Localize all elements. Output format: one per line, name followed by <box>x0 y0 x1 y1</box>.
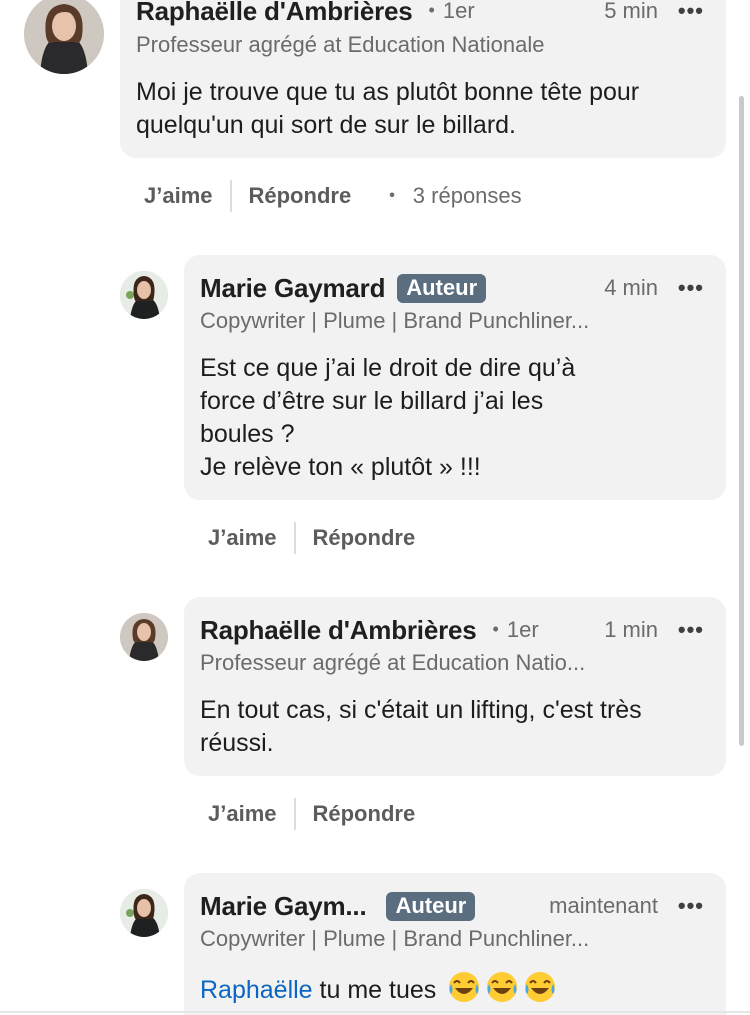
comment-bubble: Raphaëlle d'Ambrières • 1er 5 min ••• Pro… <box>120 0 726 158</box>
avatar-photo <box>24 0 104 74</box>
author-name[interactable]: Marie Gaym... <box>200 891 367 922</box>
face-with-tears-of-joy-icon <box>447 970 481 1004</box>
more-horizontal-icon[interactable]: ••• <box>674 619 704 641</box>
comment-text-line: Est ce que j’ai le droit de dire qu’à <box>200 354 576 382</box>
avatar[interactable] <box>120 889 168 937</box>
comment-text: Est ce que j’ai le droit de dire qu’à fo… <box>200 352 696 484</box>
divider <box>293 798 296 830</box>
mention-link[interactable]: Raphaëlle <box>200 976 313 1004</box>
avatar[interactable] <box>120 613 168 661</box>
comment-header: Marie Gaymard Auteur 4 min ••• <box>200 269 704 307</box>
avatar-photo <box>120 613 168 661</box>
avatar-photo <box>120 889 168 937</box>
divider <box>0 1011 750 1013</box>
face-with-tears-of-joy-icon <box>523 970 557 1004</box>
author-headline: Copywriter | Plume | Brand Punchliner... <box>200 308 590 333</box>
comment-text: Moi je trouve que tu as plutôt bonne têt… <box>136 78 640 139</box>
author-headline: Copywriter | Plume | Brand Punchliner... <box>200 926 590 951</box>
like-button[interactable]: J’aime <box>208 801 277 827</box>
more-horizontal-icon[interactable]: ••• <box>674 895 704 917</box>
connection-degree: • 1er <box>428 0 475 23</box>
author-headline: Professeur agrégé at Education Natio... <box>200 650 586 675</box>
comment-actions: J’aime Répondre <box>208 522 415 554</box>
like-button[interactable]: J’aime <box>144 183 213 209</box>
divider <box>293 522 296 554</box>
comment-header: Marie Gaym... Auteur maintenant ••• <box>200 887 704 925</box>
comment-actions: J’aime Répondre • 3 réponses <box>144 180 522 212</box>
author-name[interactable]: Raphaëlle d'Ambrières <box>200 615 477 646</box>
timestamp: 5 min <box>604 0 658 23</box>
author-name[interactable]: Raphaëlle d'Ambrières <box>136 0 413 27</box>
author-name[interactable]: Marie Gaymard <box>200 273 385 304</box>
comment-text: Raphaëlle tu me tues <box>200 970 696 1007</box>
comment-thread: Raphaëlle d'Ambrières • 1er 5 min ••• Pro… <box>0 0 750 1015</box>
like-button[interactable]: J’aime <box>208 525 277 551</box>
comment-bubble: Raphaëlle d'Ambrières • 1er 1 min ••• Pro… <box>184 597 726 776</box>
comment-bubble: Marie Gaym... Auteur maintenant ••• Copy… <box>184 873 726 1015</box>
timestamp: 1 min <box>604 617 658 642</box>
comment-text: En tout cas, si c'était un lifting, c'es… <box>200 696 642 757</box>
avatar[interactable] <box>120 271 168 319</box>
degree-label: 1er <box>506 617 539 642</box>
reply-button[interactable]: Répondre <box>313 801 416 827</box>
comment-bubble: Marie Gaymard Auteur 4 min ••• Copywrite… <box>184 255 726 500</box>
comment-actions: J’aime Répondre <box>208 798 415 830</box>
face-with-tears-of-joy-icon <box>485 970 519 1004</box>
replies-count-link[interactable]: 3 réponses <box>413 183 522 209</box>
avatar[interactable] <box>24 0 104 74</box>
bullet-separator: • <box>389 187 395 204</box>
scrollbar[interactable] <box>739 96 744 746</box>
comment-text-line: Je relève ton « plutôt » !!! <box>200 453 481 481</box>
timestamp: maintenant <box>549 893 658 918</box>
timestamp: 4 min <box>604 275 658 300</box>
author-badge: Auteur <box>386 891 476 921</box>
comment-header: Raphaëlle d'Ambrières • 1er 1 min ••• <box>200 611 704 649</box>
divider <box>229 180 232 212</box>
author-badge: Auteur <box>397 273 487 303</box>
avatar-photo <box>120 271 168 319</box>
more-horizontal-icon[interactable]: ••• <box>674 0 704 22</box>
reply-button[interactable]: Répondre <box>313 525 416 551</box>
author-headline: Professeur agrégé at Education Nationale <box>136 32 545 57</box>
comment-header: Raphaëlle d'Ambrières • 1er 5 min ••• <box>136 0 704 30</box>
connection-degree: • 1er <box>492 617 539 642</box>
comment-text-line: boules ? <box>200 420 295 448</box>
more-horizontal-icon[interactable]: ••• <box>674 277 704 299</box>
reply-button[interactable]: Répondre <box>249 183 352 209</box>
comment-text-segment: tu me tues <box>312 976 444 1004</box>
comment-text-line: force d’être sur le billard j’ai les <box>200 387 544 415</box>
degree-label: 1er <box>442 0 475 23</box>
